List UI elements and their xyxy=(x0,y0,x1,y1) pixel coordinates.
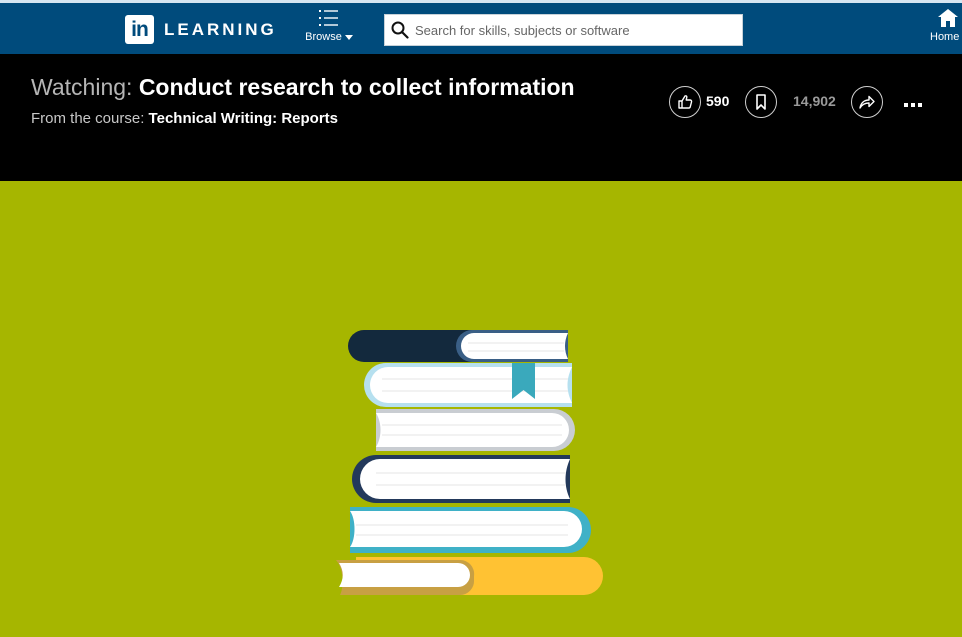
more-dots-icon xyxy=(904,94,925,112)
book-light-blue xyxy=(364,363,572,407)
linkedin-logo-icon: in xyxy=(125,15,154,44)
share-icon xyxy=(859,95,875,109)
caret-down-icon xyxy=(344,34,353,40)
video-title-text: Conduct research to collect information xyxy=(138,74,575,100)
home-icon xyxy=(938,9,958,27)
browse-label: Browse xyxy=(305,31,342,43)
course-subtitle: From the course: Technical Writing: Repo… xyxy=(31,110,338,127)
stack-of-books-illustration xyxy=(336,330,603,595)
search-icon xyxy=(391,21,409,39)
logo-text: LEARNING xyxy=(164,19,277,39)
bookmark-icon xyxy=(756,94,766,110)
book-teal xyxy=(350,507,591,553)
course-prefix: From the course: xyxy=(31,110,145,127)
more-options-button[interactable] xyxy=(904,94,925,112)
thumbs-up-icon xyxy=(678,95,693,109)
book-grey xyxy=(376,409,575,451)
book-yellow xyxy=(336,557,603,595)
top-nav: in LEARNING Browse Home xyxy=(0,0,962,54)
book-dark xyxy=(348,330,568,362)
course-link[interactable]: Technical Writing: Reports xyxy=(149,110,338,127)
home-label: Home xyxy=(930,31,960,43)
like-count: 590 xyxy=(706,93,730,109)
share-button[interactable] xyxy=(851,86,883,118)
linkedin-learning-logo[interactable]: in LEARNING xyxy=(125,15,277,44)
home-nav-button[interactable]: Home xyxy=(930,9,959,43)
list-icon xyxy=(319,10,338,26)
video-player[interactable] xyxy=(0,181,962,637)
save-button[interactable] xyxy=(745,86,777,118)
browse-button[interactable]: Browse xyxy=(300,9,358,43)
search-box[interactable] xyxy=(384,14,743,46)
book-navy xyxy=(352,455,570,503)
video-header: Watching: Conduct research to collect in… xyxy=(0,54,962,181)
like-button[interactable] xyxy=(669,86,701,118)
watching-prefix: Watching: xyxy=(31,74,133,100)
search-input[interactable] xyxy=(415,15,735,45)
video-title: Watching: Conduct research to collect in… xyxy=(31,74,575,101)
save-count: 14,902 xyxy=(793,93,836,109)
